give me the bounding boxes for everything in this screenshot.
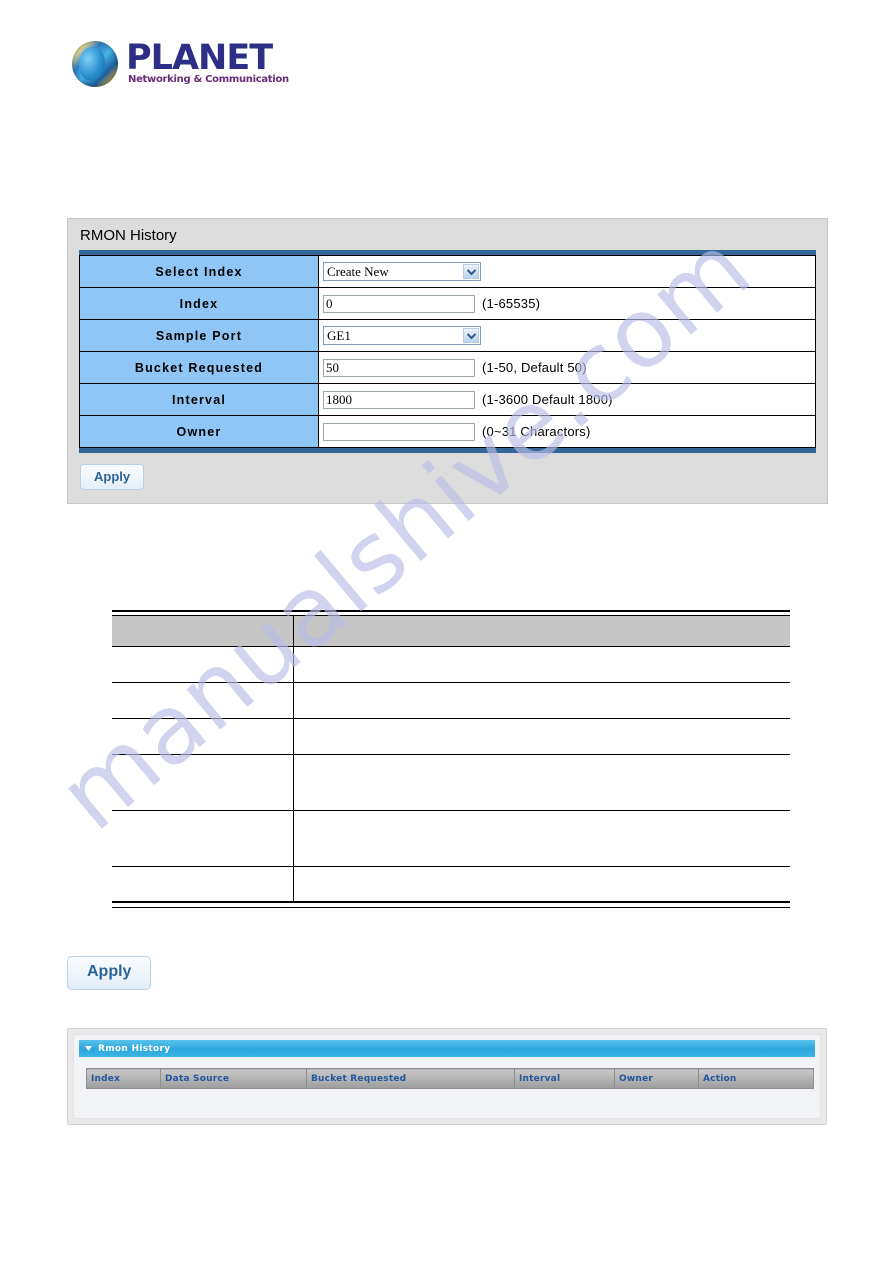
- table-row: [112, 718, 790, 755]
- rmon-history-form-panel: RMON History Select Index Create New Ind…: [67, 218, 828, 504]
- form-label-interval: Interval: [79, 383, 319, 416]
- description-cell-term: [112, 718, 294, 755]
- brand-tagline: Networking & Communication: [128, 74, 289, 85]
- owner-input[interactable]: [323, 422, 475, 441]
- form-label-sample-port: Sample Port: [79, 319, 319, 352]
- description-cell-desc: [293, 646, 790, 683]
- form-label-bucket-requested: Bucket Requested: [79, 351, 319, 384]
- apply-button[interactable]: Apply: [80, 464, 145, 490]
- interval-hint: (1-3600 Default 1800): [482, 392, 613, 407]
- sample-port-dropdown[interactable]: GE1: [323, 326, 481, 345]
- table-row: [112, 682, 790, 719]
- brand-wordmark: PLANET: [126, 38, 273, 78]
- form-table-wrapper: Select Index Create New Index 0 (1-65535…: [79, 250, 816, 453]
- index-hint: (1-65535): [482, 296, 541, 311]
- description-cell-term: [112, 810, 294, 867]
- triangle-down-icon[interactable]: [85, 1046, 92, 1051]
- bucket-requested-input[interactable]: [323, 358, 475, 377]
- form-row-interval: Interval (1-3600 Default 1800): [79, 383, 816, 416]
- form-label-select-index: Select Index: [79, 255, 319, 288]
- chevron-down-icon[interactable]: [463, 328, 479, 343]
- form-panel-title: RMON History: [68, 219, 827, 250]
- description-cell-term: [112, 754, 294, 811]
- description-header-col-1: [112, 615, 294, 647]
- form-row-bucket-requested: Bucket Requested (1-50, Default 50): [79, 351, 816, 384]
- interval-input[interactable]: [323, 390, 475, 409]
- list-panel-inner: Rmon History Index Data Source Bucket Re…: [73, 1034, 821, 1119]
- table-row: [112, 866, 790, 903]
- description-cell-desc: [293, 682, 790, 719]
- index-input[interactable]: [323, 294, 475, 313]
- select-index-dropdown[interactable]: Create New: [323, 262, 481, 281]
- column-header-data-source[interactable]: Data Source: [160, 1068, 307, 1089]
- table-row: [112, 646, 790, 683]
- column-header-index[interactable]: Index: [86, 1068, 161, 1089]
- form-row-select-index: Select Index Create New: [79, 255, 816, 288]
- apply-button-large[interactable]: Apply: [67, 956, 152, 990]
- description-cell-desc: [293, 866, 790, 903]
- column-header-action[interactable]: Action: [698, 1068, 814, 1089]
- owner-hint: (0~31 Charactors): [482, 424, 591, 439]
- form-row-owner: Owner (0~31 Charactors): [79, 415, 816, 448]
- form-label-owner: Owner: [79, 415, 319, 448]
- select-index-value: Create New: [327, 264, 389, 279]
- planet-globe-logo-icon: [72, 41, 118, 87]
- chevron-down-icon[interactable]: [463, 264, 479, 279]
- form-row-sample-port: Sample Port GE1: [79, 319, 816, 352]
- list-panel-titlebar[interactable]: Rmon History: [79, 1040, 815, 1057]
- description-cell-desc: [293, 810, 790, 867]
- form-row-index: Index (1-65535): [79, 287, 816, 320]
- column-header-interval[interactable]: Interval: [514, 1068, 615, 1089]
- sample-port-value: GE1: [327, 328, 351, 343]
- list-header-row: Index Data Source Bucket Requested Inter…: [86, 1068, 814, 1089]
- column-header-bucket-requested[interactable]: Bucket Requested: [306, 1068, 515, 1089]
- form-label-index: Index: [79, 287, 319, 320]
- description-cell-term: [112, 682, 294, 719]
- table-header-row: [112, 615, 790, 647]
- column-header-owner[interactable]: Owner: [614, 1068, 699, 1089]
- bucket-requested-hint: (1-50, Default 50): [482, 360, 587, 375]
- form-panel-footer: Apply: [68, 453, 827, 503]
- description-cell-term: [112, 866, 294, 903]
- description-table: [112, 615, 790, 903]
- description-header-col-2: [293, 615, 790, 647]
- table-row: [112, 810, 790, 867]
- rmon-history-list-panel: Rmon History Index Data Source Bucket Re…: [67, 1028, 827, 1125]
- description-table-bottom-rule: [112, 901, 790, 908]
- rmon-history-list-table: Index Data Source Bucket Requested Inter…: [86, 1068, 814, 1089]
- rmon-history-form-table: Select Index Create New Index 0 (1-65535…: [79, 255, 816, 448]
- list-panel-title: Rmon History: [98, 1043, 171, 1054]
- description-cell-desc: [293, 754, 790, 811]
- description-cell-term: [112, 646, 294, 683]
- description-cell-desc: [293, 718, 790, 755]
- table-row: [112, 754, 790, 811]
- brand-logo: PLANET Networking & Communication: [72, 36, 302, 94]
